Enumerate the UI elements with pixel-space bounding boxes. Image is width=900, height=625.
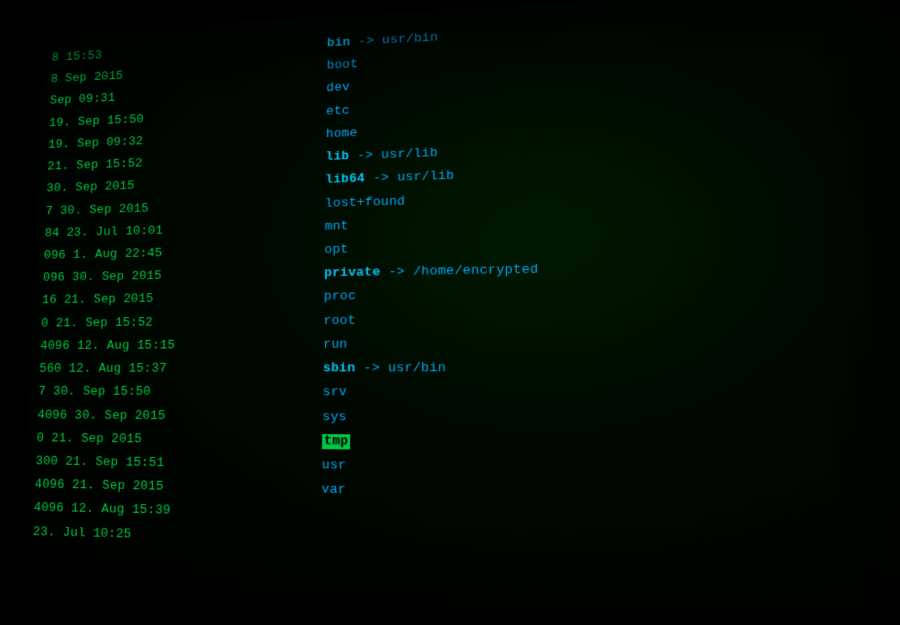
file-name: boot — [327, 58, 359, 74]
file-name: srv — [323, 386, 347, 401]
file-name: run — [323, 338, 347, 353]
left-row: 16 21. Sep 2015 — [42, 287, 305, 313]
symlink-arrow: -> — [350, 34, 382, 50]
symlink-arrow: -> — [380, 265, 413, 280]
file-name: proc — [324, 290, 356, 305]
file-name-bold: bin — [327, 36, 351, 51]
right-column: bin -> usr/bin boot dev etc home lib -> usr/l… — [310, 0, 900, 614]
file-name-bold: private — [324, 266, 380, 282]
terminal-window: 8 15:538 Sep 2015 Sep 09:3119. Sep 15:50… — [22, 0, 900, 625]
file-name: root — [323, 314, 355, 329]
file-name-bold: lib — [325, 150, 349, 165]
left-row: 560 12. Aug 15:37 — [39, 358, 304, 381]
left-row: 4096 30. Sep 2015 — [37, 404, 303, 428]
file-entry: sys — [322, 406, 900, 434]
file-name: opt — [324, 243, 348, 258]
file-name: usr — [322, 458, 347, 473]
file-name-highlighted: tmp — [322, 434, 350, 449]
symlink-target: usr/lib — [381, 146, 438, 162]
left-row: 23. Jul 10:25 — [32, 521, 301, 551]
file-name: etc — [326, 104, 350, 119]
file-name: mnt — [325, 219, 349, 234]
left-row: 300 21. Sep 15:51 — [35, 451, 302, 478]
symlink-arrow: -> — [365, 171, 397, 186]
file-name: home — [326, 126, 358, 141]
left-row: 0 21. Sep 15:52 — [41, 310, 305, 335]
left-row: 096 30. Sep 2015 — [43, 263, 306, 289]
file-name: lost+found — [325, 194, 405, 211]
file-name: var — [321, 483, 346, 499]
symlink-arrow: -> — [355, 361, 388, 376]
left-column: 8 15:538 Sep 2015 Sep 09:3119. Sep 15:50… — [22, 26, 318, 592]
symlink-target: usr/bin — [382, 31, 438, 48]
file-name-bold: lib64 — [325, 172, 365, 188]
file-entry: sbin -> usr/bin — [323, 356, 900, 381]
symlink-target: /home/encrypted — [413, 263, 539, 280]
file-name: sys — [322, 410, 347, 425]
terminal-content: 8 15:538 Sep 2015 Sep 09:3119. Sep 15:50… — [22, 0, 900, 625]
left-row: 0 21. Sep 2015 — [36, 428, 303, 453]
file-entry: srv — [323, 382, 900, 408]
left-row: 7 30. Sep 15:50 — [38, 381, 304, 404]
file-name-bold: sbin — [323, 361, 356, 376]
file-entry: run — [323, 329, 900, 356]
symlink-arrow: -> — [349, 149, 381, 164]
symlink-target: usr/bin — [388, 361, 446, 376]
symlink-target: usr/lib — [397, 169, 454, 185]
file-name: dev — [326, 81, 350, 96]
left-row: 4096 12. Aug 15:15 — [40, 334, 305, 358]
